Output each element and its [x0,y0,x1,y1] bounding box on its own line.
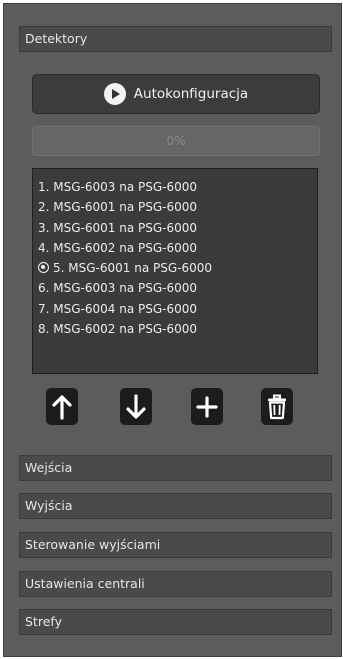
list-item-detector-4[interactable]: 4. MSG-6002 na PSG-6000 [38,238,317,258]
list-item-detector-1[interactable]: 1. MSG-6003 na PSG-6000 [38,177,317,197]
list-item-label: 5. MSG-6001 na PSG-6000 [53,261,213,276]
list-item-label: 3. MSG-6001 na PSG-6000 [38,220,198,235]
section-header-detectors[interactable]: Detektory [19,26,332,52]
section-header-label: Wejścia [25,460,73,475]
detectors-panel: Detektory Autokonfiguracja 0% 1. MSG-600… [3,3,342,657]
delete-detector-button[interactable] [261,388,293,425]
section-header-zones[interactable]: Strefy [19,609,332,635]
autoconfig-button[interactable]: Autokonfiguracja [32,74,320,114]
section-header-label: Ustawienia centrali [25,576,145,591]
progress-bar: 0% [32,126,320,156]
arrow-up-icon [52,394,72,420]
selected-radio-icon [38,262,49,274]
arrow-down-icon [126,393,146,419]
section-header-panel-settings[interactable]: Ustawienia centrali [19,571,332,597]
section-header-label: Strefy [25,614,62,629]
section-header-output-control[interactable]: Sterowanie wyjściami [19,532,332,558]
move-up-button[interactable] [46,388,78,425]
section-header-label: Wyjścia [25,498,73,513]
section-header-label: Sterowanie wyjściami [25,537,161,552]
section-header-outputs[interactable]: Wyjścia [19,493,332,519]
list-item-label: 6. MSG-6003 na PSG-6000 [38,281,198,296]
progress-label: 0% [166,134,186,148]
list-item-detector-2[interactable]: 2. MSG-6001 na PSG-6000 [38,197,317,217]
list-actions-toolbar [44,388,314,426]
list-item-label: 2. MSG-6001 na PSG-6000 [38,200,198,215]
list-item-detector-8[interactable]: 8. MSG-6002 na PSG-6000 [38,319,317,339]
list-item-label: 8. MSG-6002 na PSG-6000 [38,322,198,337]
detector-list[interactable]: 1. MSG-6003 na PSG-6000 2. MSG-6001 na P… [32,168,318,374]
move-down-button[interactable] [120,388,152,425]
trash-icon [268,394,286,419]
list-item-label: 7. MSG-6004 na PSG-6000 [38,301,198,316]
section-header-label: Detektory [25,31,88,46]
list-item-detector-3[interactable]: 3. MSG-6001 na PSG-6000 [38,218,317,238]
autoconfig-button-label: Autokonfiguracja [133,86,249,102]
list-item-detector-7[interactable]: 7. MSG-6004 na PSG-6000 [38,299,317,319]
play-icon [103,83,126,105]
add-detector-button[interactable] [191,388,223,425]
list-item-detector-5[interactable]: 5. MSG-6001 na PSG-6000 [38,258,317,278]
plus-icon [196,395,218,418]
list-item-detector-6[interactable]: 6. MSG-6003 na PSG-6000 [38,278,317,298]
list-item-label: 4. MSG-6002 na PSG-6000 [38,240,198,255]
section-header-inputs[interactable]: Wejścia [19,455,332,481]
list-item-label: 1. MSG-6003 na PSG-6000 [38,180,198,194]
